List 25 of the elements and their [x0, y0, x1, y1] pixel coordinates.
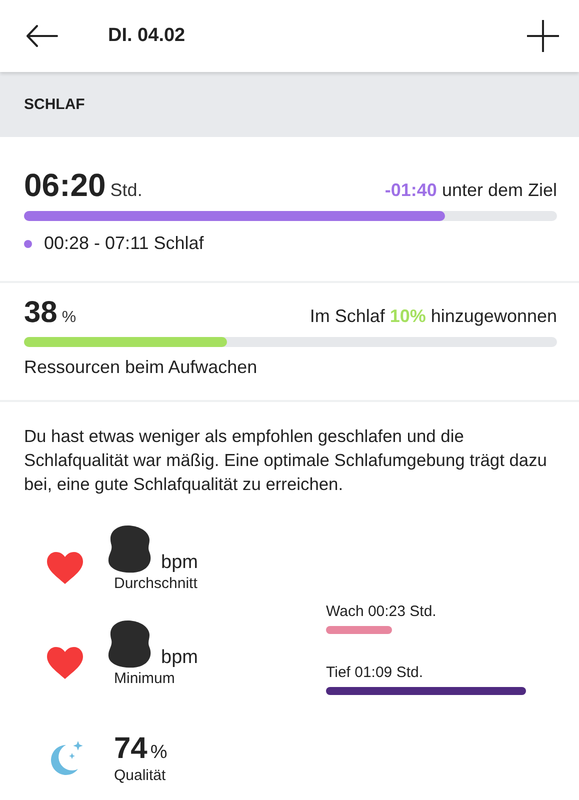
legend-dot: [24, 240, 32, 248]
stat-label: Durchschnitt: [114, 574, 198, 592]
heart-icon: [46, 550, 84, 584]
heart-icon: [46, 646, 84, 680]
section-title: SCHLAF: [24, 96, 85, 113]
advice-text: Du hast etwas weniger als empfohlen geschlafen und die Schlafqualität war mäßig. Eine optimale Schlafumgebung trägt dazu bei, eine gute Schlafqualität zu erreichen.: [24, 425, 548, 496]
stat-label: Qualität: [114, 766, 167, 784]
goal-note: -01:40 unter dem Ziel: [384, 180, 557, 201]
back-button[interactable]: [26, 25, 58, 47]
stage-label: Tief 01:09 Std.: [326, 664, 424, 681]
stat-label: Minimum: [114, 670, 176, 686]
stat-unit: bpm: [161, 646, 198, 668]
metric-unit: %: [62, 309, 76, 326]
stage-label: Wach 00:23 Std.: [326, 603, 438, 620]
stat-unit: %: [150, 742, 168, 764]
goal-note: Im Schlaf 10% hinzugewonnen: [310, 306, 557, 327]
add-button[interactable]: [527, 20, 559, 52]
stat-value: 74: [114, 732, 148, 766]
metric-value: 38: [24, 296, 58, 329]
metric-unit: Std.: [110, 180, 142, 200]
sleep-time-range: 00:28 - 07:11 Schlaf: [44, 233, 204, 254]
resources-caption: Ressourcen beim Aufwachen: [24, 357, 258, 378]
stat-unit: bpm: [161, 552, 198, 574]
date-title: DI. 04.02: [108, 25, 186, 47]
metric-value: 06:20: [24, 167, 106, 203]
